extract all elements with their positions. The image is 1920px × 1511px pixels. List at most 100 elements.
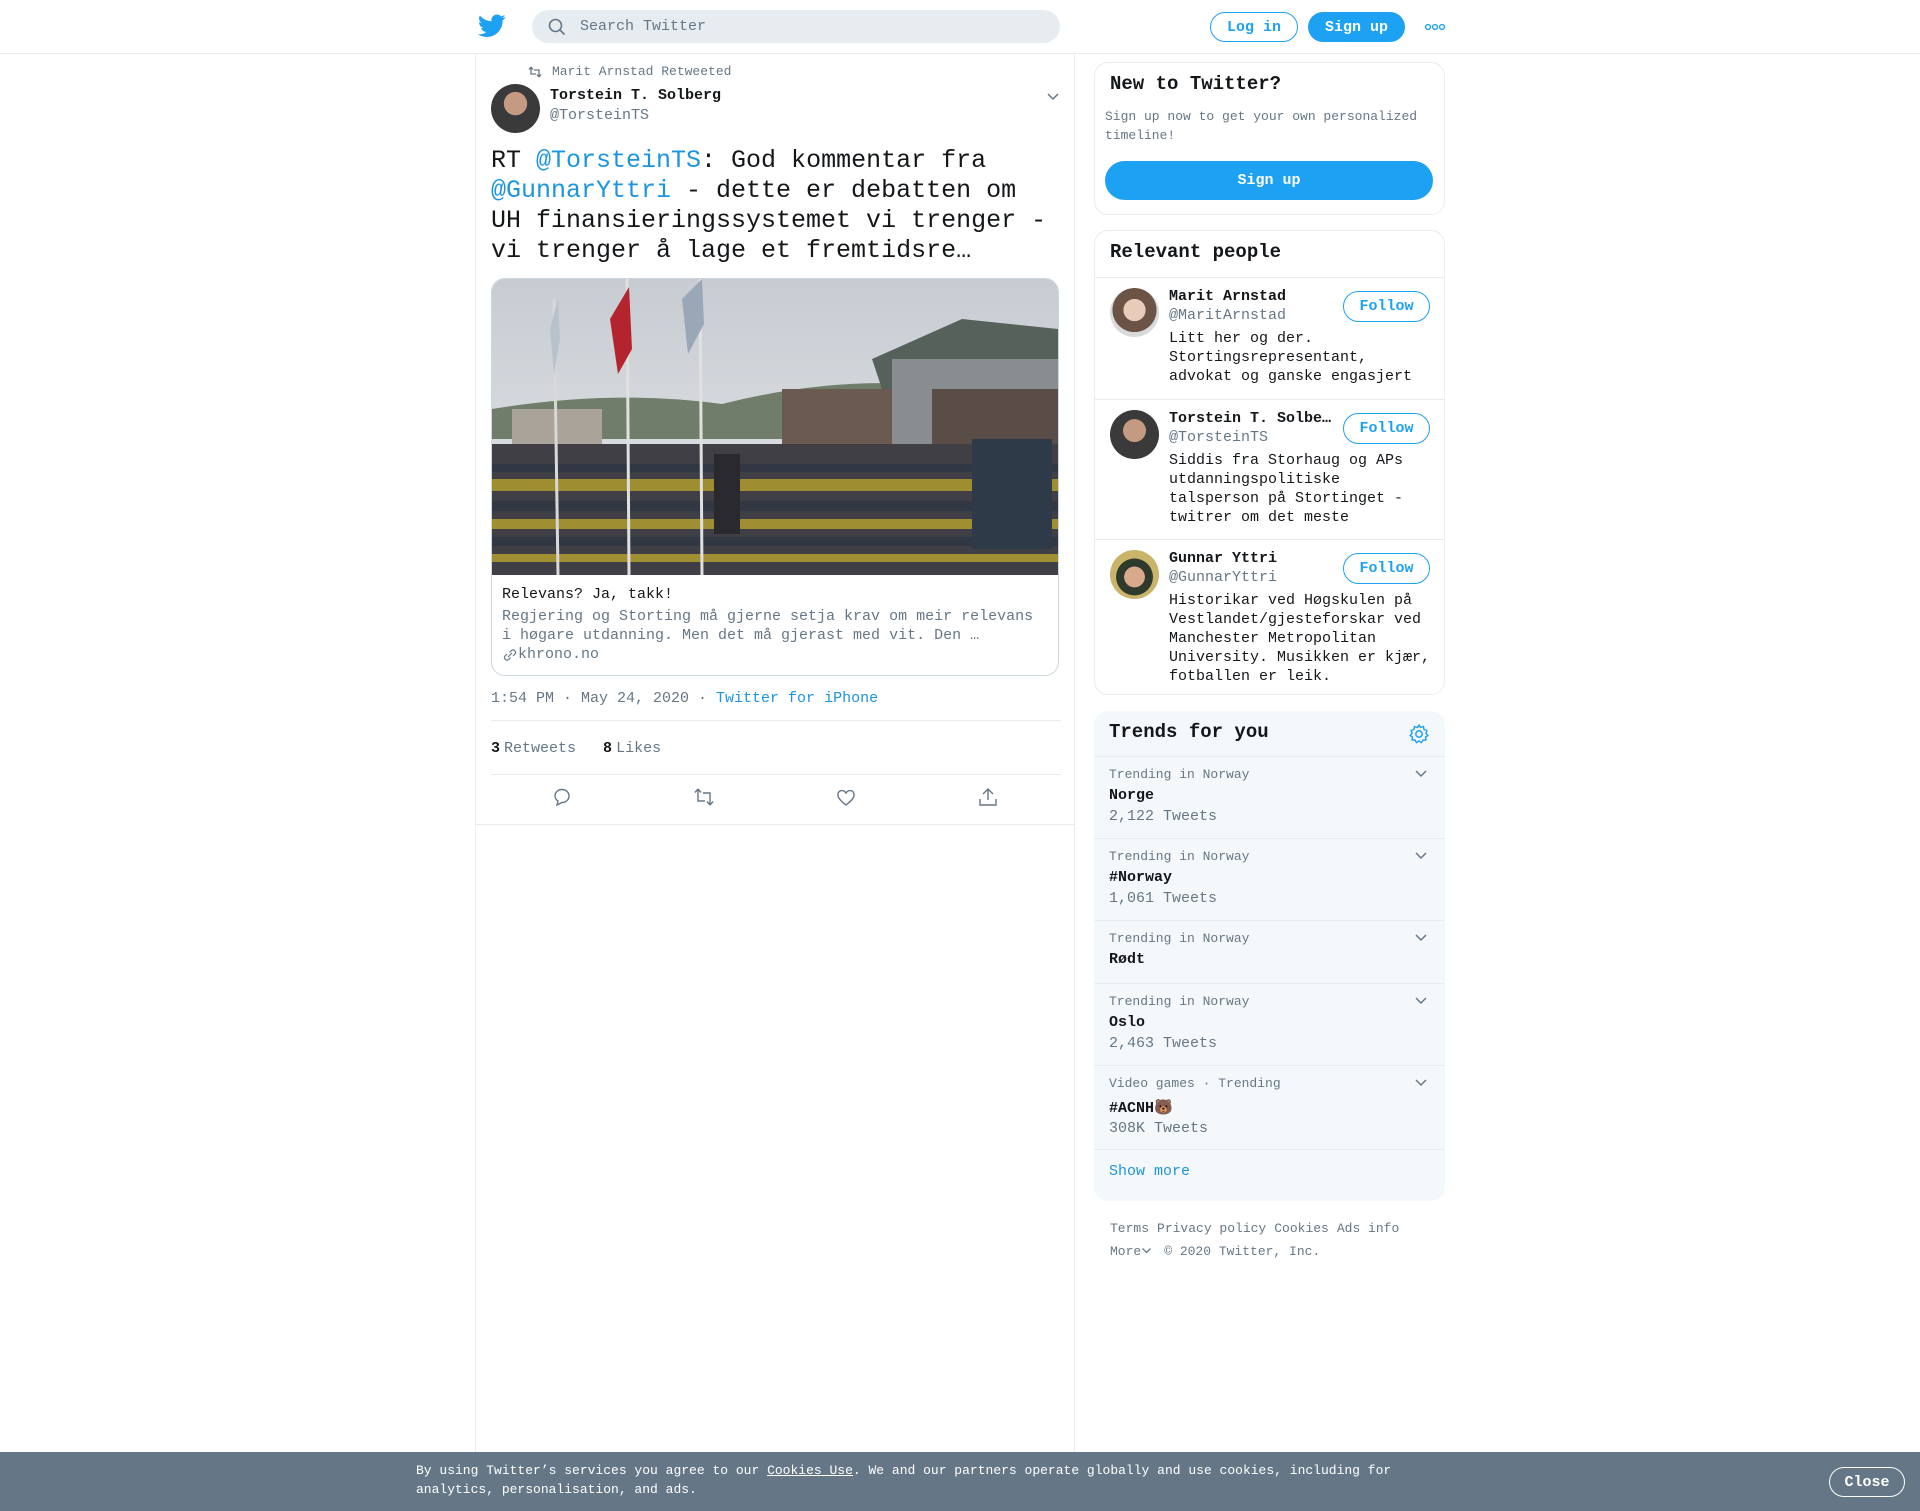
- link-icon: [503, 649, 517, 661]
- tweet-source-link[interactable]: Twitter for iPhone: [716, 690, 878, 707]
- trend-context: Video games · Trending: [1109, 1076, 1281, 1091]
- twitter-logo-icon[interactable]: [478, 14, 506, 38]
- trend-name: Rødt: [1109, 951, 1146, 968]
- card-title: Relevans? Ja, takk!: [502, 586, 674, 603]
- sidebar-footer: Terms Privacy policy Cookies Ads info More ©…: [1110, 1217, 1440, 1263]
- person-name[interactable]: Marit Arnstad: [1169, 288, 1339, 305]
- cookie-text: By using Twitter’s services you agree to…: [416, 1461, 1416, 1499]
- retweets-stat[interactable]: 3 Retweets: [491, 740, 576, 757]
- chevron-down-icon[interactable]: [1414, 851, 1428, 861]
- cookies-use-link[interactable]: Cookies Use: [767, 1463, 853, 1478]
- person-name[interactable]: Gunnar Yttri: [1169, 550, 1339, 567]
- person-card[interactable]: Gunnar Yttri @GunnarYttri Follow Histori…: [1095, 539, 1444, 694]
- follow-button[interactable]: Follow: [1343, 291, 1430, 322]
- relevant-people-panel: Relevant people Marit Arnstad @MaritArns…: [1094, 230, 1445, 695]
- trend-count: 2,122 Tweets: [1109, 808, 1218, 825]
- tweet-column: Marit Arnstad Retweeted Torstein T. Solb…: [475, 54, 1075, 1457]
- more-options-icon[interactable]: [1424, 21, 1446, 33]
- trend-name: Oslo: [1109, 1014, 1146, 1031]
- person-name[interactable]: Torstein T. Solberg: [1169, 410, 1339, 427]
- card-domain-label: khrono.no: [518, 646, 600, 663]
- person-bio: Litt her og der. Stortingsrepresentant, …: [1169, 330, 1413, 385]
- person-card[interactable]: Marit Arnstad @MaritArnstad Follow Litt …: [1095, 277, 1444, 399]
- retweet-icon[interactable]: [693, 786, 715, 808]
- sidebar-signup-button[interactable]: Sign up: [1105, 161, 1433, 200]
- trend-context: Trending in Norway: [1109, 849, 1250, 864]
- retweet-context-label: Marit Arnstad Retweeted: [552, 64, 732, 79]
- share-icon[interactable]: [977, 786, 999, 808]
- footer-more-label: More: [1110, 1244, 1142, 1259]
- retweet-icon: [528, 66, 542, 77]
- card-domain: khrono.no: [502, 645, 1048, 665]
- like-icon[interactable]: [835, 786, 857, 808]
- card-description: Regjering og Storting må gjerne setja kr…: [502, 608, 1034, 644]
- trend-context: Trending in Norway: [1109, 931, 1250, 946]
- timestamp-text[interactable]: 1:54 PM · May 24, 2020 ·: [491, 690, 716, 707]
- link-card[interactable]: Relevans? Ja, takk! Regjering og Stortin…: [491, 278, 1059, 676]
- avatar[interactable]: [1110, 288, 1159, 337]
- reply-icon[interactable]: [551, 786, 573, 808]
- author-avatar[interactable]: [491, 84, 540, 133]
- person-card[interactable]: Torstein T. Solberg @TorsteinTS Follow S…: [1095, 399, 1444, 539]
- likes-stat[interactable]: 8 Likes: [603, 740, 661, 757]
- trend-context: Trending in Norway: [1109, 767, 1250, 782]
- footer-cookies-link[interactable]: Cookies: [1274, 1221, 1329, 1236]
- footer-privacy-link[interactable]: Privacy policy: [1157, 1221, 1266, 1236]
- author-name[interactable]: Torstein T. Solberg: [550, 87, 721, 104]
- search-bar[interactable]: [532, 10, 1060, 43]
- person-handle[interactable]: @TorsteinTS: [1169, 429, 1268, 446]
- mention-link[interactable]: @TorsteinTS: [536, 146, 701, 175]
- footer-more-link[interactable]: More: [1110, 1244, 1152, 1259]
- trend-count: 308K Tweets: [1109, 1120, 1209, 1137]
- chevron-down-icon[interactable]: [1414, 769, 1428, 779]
- follow-button[interactable]: Follow: [1343, 553, 1430, 584]
- person-bio: Siddis fra Storhaug og APs utdanningspol…: [1169, 452, 1404, 526]
- search-icon: [548, 18, 566, 35]
- gear-icon[interactable]: [1408, 723, 1430, 745]
- tweet-text: RT @TorsteinTS: God kommentar fra @Gunna…: [491, 146, 1061, 266]
- trend-item[interactable]: Video games · Trending #ACNH🐻 308K Tweet…: [1094, 1065, 1445, 1149]
- retweet-context[interactable]: Marit Arnstad Retweeted: [528, 64, 731, 79]
- likes-label: Likes: [616, 740, 662, 757]
- login-button[interactable]: Log in: [1210, 12, 1298, 42]
- cookie-banner: By using Twitter’s services you agree to…: [0, 1452, 1920, 1511]
- tweet-text-mid: : God kommentar fra: [701, 146, 987, 175]
- trend-item[interactable]: Trending in Norway #Norway 1,061 Tweets: [1094, 838, 1445, 920]
- relevant-people-title: Relevant people: [1110, 241, 1282, 263]
- chevron-down-icon[interactable]: [1414, 933, 1428, 943]
- retweets-label: Retweets: [504, 740, 577, 757]
- footer-ads-link[interactable]: Ads info: [1337, 1221, 1399, 1236]
- new-to-twitter-panel: New to Twitter? Sign up now to get your …: [1094, 62, 1445, 215]
- author-handle[interactable]: @TorsteinTS: [550, 107, 649, 124]
- trend-name: Norge: [1109, 787, 1155, 804]
- chevron-down-icon[interactable]: [1414, 996, 1428, 1006]
- tweet-actions: [491, 774, 1061, 820]
- divider: [491, 720, 1061, 721]
- trends-title: Trends for you: [1109, 721, 1269, 743]
- search-input[interactable]: [580, 18, 1020, 35]
- trend-item[interactable]: Trending in Norway Oslo 2,463 Tweets: [1094, 983, 1445, 1065]
- likes-count: 8: [603, 740, 613, 757]
- chevron-down-icon[interactable]: [1414, 1078, 1428, 1088]
- avatar[interactable]: [1110, 410, 1159, 459]
- footer-terms-link[interactable]: Terms: [1110, 1221, 1149, 1236]
- trend-count: 1,061 Tweets: [1109, 890, 1218, 907]
- top-header: Log in Sign up: [0, 0, 1920, 54]
- mention-link[interactable]: @GunnarYttri: [491, 176, 671, 205]
- trend-item[interactable]: Trending in Norway Rødt: [1094, 920, 1445, 983]
- show-more-row[interactable]: Show more: [1094, 1149, 1445, 1201]
- trend-context: Trending in Norway: [1109, 994, 1250, 1009]
- person-handle[interactable]: @MaritArnstad: [1169, 307, 1286, 324]
- trend-item[interactable]: Trending in Norway Norge 2,122 Tweets: [1094, 756, 1445, 838]
- signup-button[interactable]: Sign up: [1308, 12, 1405, 42]
- retweets-count: 3: [491, 740, 501, 757]
- chevron-down-icon[interactable]: [1046, 92, 1060, 102]
- close-button[interactable]: Close: [1829, 1467, 1905, 1497]
- tweet-timestamp: 1:54 PM · May 24, 2020 · Twitter for iPh…: [491, 690, 878, 707]
- avatar[interactable]: [1110, 550, 1159, 599]
- show-more-link[interactable]: Show more: [1109, 1163, 1190, 1180]
- chevron-down-icon: [1142, 1248, 1152, 1254]
- trend-count: 2,463 Tweets: [1109, 1035, 1218, 1052]
- follow-button[interactable]: Follow: [1343, 413, 1430, 444]
- person-handle[interactable]: @GunnarYttri: [1169, 569, 1277, 586]
